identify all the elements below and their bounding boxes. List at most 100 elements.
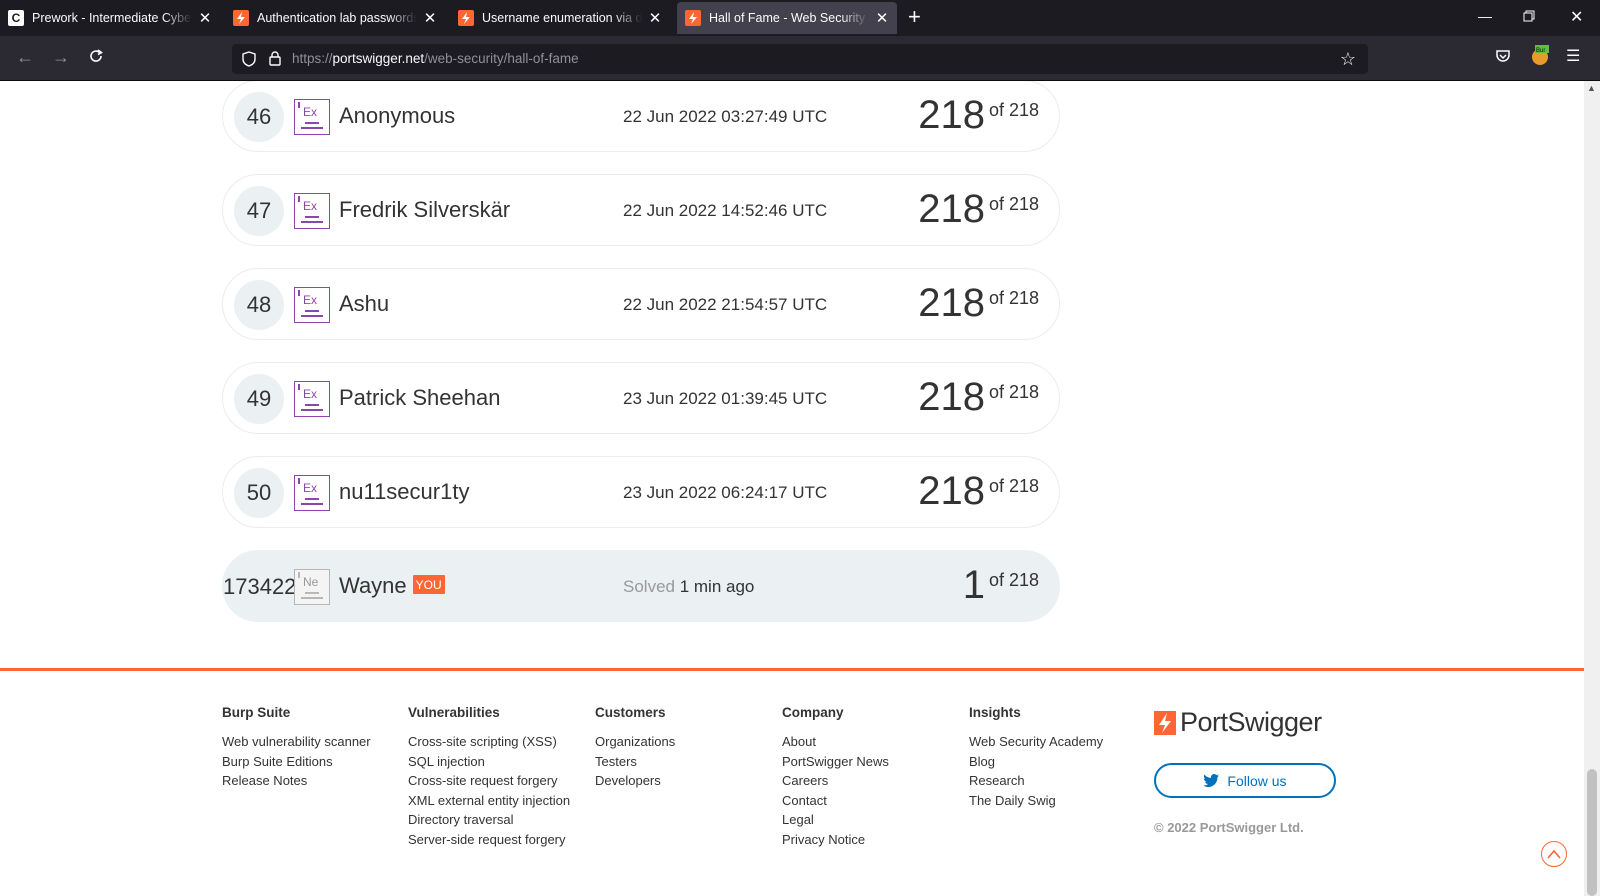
footer-link[interactable]: Release Notes <box>222 771 371 791</box>
follow-us-button[interactable]: Follow us <box>1154 763 1336 798</box>
leaderboard-row: 47 Ex Fredrik Silverskär 22 Jun 2022 14:… <box>222 174 1060 246</box>
solved-ago: 1 min ago <box>679 577 755 596</box>
portswigger-icon <box>458 10 474 26</box>
footer-link[interactable]: About <box>782 732 889 752</box>
brand-name: PortSwigger <box>1180 707 1322 737</box>
tab-title: Authentication lab passwords | Web <box>257 11 417 25</box>
tab-title: Hall of Fame - Web Security Academy <box>709 11 869 25</box>
portswigger-icon <box>233 10 249 26</box>
rank-badge: 46 <box>234 92 284 142</box>
footer-link[interactable]: Cross-site request forgery <box>408 771 570 791</box>
chevron-up-icon <box>1547 849 1561 859</box>
portswigger-logo-icon <box>1154 710 1176 735</box>
score: 218 of 218 <box>918 187 1039 232</box>
footer-heading: Company <box>782 705 844 720</box>
twitter-icon <box>1203 773 1220 787</box>
footer-link[interactable]: Directory traversal <box>408 810 570 830</box>
footer-link[interactable]: Cross-site scripting (XSS) <box>408 732 570 752</box>
footer-link[interactable]: Burp Suite Editions <box>222 752 371 772</box>
novice-level-icon: Ne <box>294 569 330 605</box>
restore-icon[interactable] <box>1523 9 1535 25</box>
back-icon[interactable]: ← <box>16 48 34 66</box>
footer-link[interactable]: Developers <box>595 771 675 791</box>
footer-link[interactable]: Careers <box>782 771 889 791</box>
footer-link[interactable]: Web Security Academy <box>969 732 1103 752</box>
footer-link[interactable]: SQL injection <box>408 752 570 772</box>
user-name: Fredrik Silverskär <box>339 197 511 222</box>
shield-icon[interactable] <box>242 51 256 72</box>
close-icon[interactable]: ✕ <box>198 9 212 27</box>
close-icon[interactable]: ✕ <box>875 9 889 27</box>
solved-time: Solved 1 min ago <box>623 577 754 597</box>
expert-level-icon: Ex <box>294 475 330 511</box>
completion-date: 22 Jun 2022 21:54:57 UTC <box>623 295 828 314</box>
rank-badge: 50 <box>234 468 284 518</box>
bookmark-star-icon[interactable]: ☆ <box>1340 49 1356 70</box>
leaderboard-row: 50 Ex nu11secur1ty 23 Jun 2022 06:24:17 … <box>222 456 1060 528</box>
rank-badge: 48 <box>234 280 284 330</box>
score: 218 of 218 <box>918 281 1039 326</box>
footer-heading: Insights <box>969 705 1021 720</box>
scroll-up-icon[interactable]: ▲ <box>1587 83 1596 93</box>
score-total: of 218 <box>988 382 1039 402</box>
completion-date: 22 Jun 2022 03:27:49 UTC <box>623 107 828 126</box>
footer-link[interactable]: Testers <box>595 752 675 772</box>
tab-username-enumeration[interactable]: Username enumeration via different ✕ <box>450 0 670 36</box>
vertical-scrollbar[interactable]: ▲ <box>1584 81 1600 896</box>
page-viewport: 46 Ex Anonymous 22 Jun 2022 03:27:49 UTC… <box>0 81 1584 896</box>
new-tab-button[interactable]: + <box>908 6 921 28</box>
url-text[interactable]: https://portswigger.net/web-security/hal… <box>292 51 579 66</box>
footer-column-vulnerabilities: Vulnerabilities Cross-site scripting (XS… <box>408 705 570 849</box>
footer-column-customers: Customers Organizations Testers Develope… <box>595 705 675 791</box>
score-total: of 218 <box>988 194 1039 214</box>
score: 218 of 218 <box>918 93 1039 138</box>
reload-icon[interactable] <box>88 48 104 67</box>
tab-hall-of-fame[interactable]: Hall of Fame - Web Security Academy ✕ <box>677 2 897 34</box>
minimize-icon[interactable]: — <box>1478 8 1492 24</box>
browser-nav-bar: ← → https://portswigger.net/web-security… <box>0 36 1600 81</box>
footer-link[interactable]: Research <box>969 771 1103 791</box>
score-total: of 218 <box>988 476 1039 496</box>
footer-link[interactable]: Blog <box>969 752 1103 772</box>
footer-link[interactable]: Organizations <box>595 732 675 752</box>
footer-link[interactable]: XML external entity injection <box>408 791 570 811</box>
current-user-row: 173422 Ne Wayne YOU Solved 1 min ago 1 of … <box>222 550 1060 622</box>
footer-column-burp-suite: Burp Suite Web vulnerability scanner Bur… <box>222 705 371 791</box>
footer-link[interactable]: Server-side request forgery <box>408 830 570 850</box>
tab-title: Username enumeration via different <box>482 11 642 25</box>
site-footer: Burp Suite Web vulnerability scanner Bur… <box>0 668 1584 896</box>
leaderboard-row: 49 Ex Patrick Sheehan 23 Jun 2022 01:39:… <box>222 362 1060 434</box>
footer-link[interactable]: The Daily Swig <box>969 791 1103 811</box>
solved-label: Solved <box>623 577 675 596</box>
forward-icon[interactable]: → <box>52 48 70 66</box>
footer-link[interactable]: Contact <box>782 791 889 811</box>
footer-column-company: Company About PortSwigger News Careers C… <box>782 705 889 849</box>
score-value: 218 <box>918 93 985 137</box>
address-bar[interactable]: https://portswigger.net/web-security/hal… <box>232 44 1368 74</box>
tab-authentication-lab[interactable]: Authentication lab passwords | Web ✕ <box>225 0 445 36</box>
follow-us-label: Follow us <box>1227 772 1287 789</box>
tab-prework[interactable]: C Prework - Intermediate Cybersec ✕ <box>0 0 220 36</box>
close-window-icon[interactable]: ✕ <box>1570 7 1583 27</box>
footer-link[interactable]: Privacy Notice <box>782 830 889 850</box>
score-value: 218 <box>918 469 985 513</box>
user-name: Ashu <box>339 291 390 316</box>
menu-icon[interactable]: ☰ <box>1566 46 1580 66</box>
portswigger-logo[interactable]: PortSwigger <box>1154 707 1322 738</box>
pocket-icon[interactable] <box>1495 48 1511 69</box>
back-to-top-button[interactable] <box>1541 841 1567 867</box>
score-total: of 218 <box>988 288 1039 308</box>
footer-link[interactable]: Web vulnerability scanner <box>222 732 371 752</box>
close-icon[interactable]: ✕ <box>648 9 662 27</box>
footer-link[interactable]: PortSwigger News <box>782 752 889 772</box>
close-icon[interactable]: ✕ <box>423 9 437 27</box>
svg-text:Bur: Bur <box>1536 48 1545 54</box>
burp-extension-icon[interactable]: Bur <box>1530 44 1550 71</box>
scrollbar-thumb[interactable] <box>1587 769 1597 896</box>
codepath-icon: C <box>8 10 24 26</box>
lock-icon[interactable] <box>268 50 282 71</box>
completion-date: 22 Jun 2022 14:52:46 UTC <box>623 201 828 220</box>
rank-badge: 47 <box>234 186 284 236</box>
footer-link[interactable]: Legal <box>782 810 889 830</box>
rank-badge: 173422 <box>223 574 297 599</box>
